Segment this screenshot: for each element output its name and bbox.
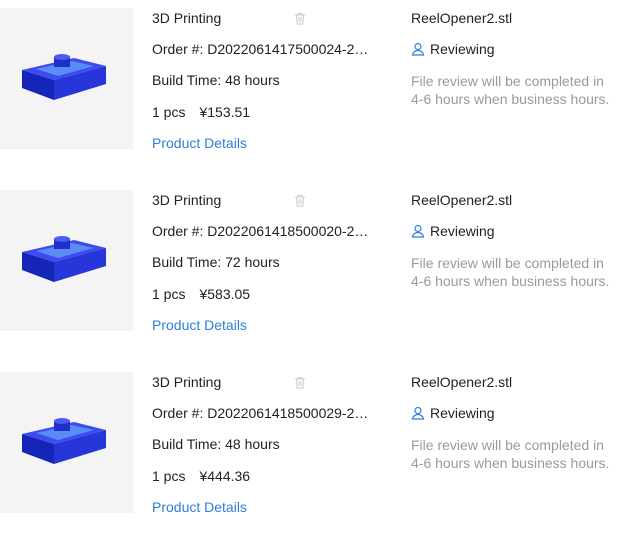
user-icon <box>411 42 425 56</box>
order-number: Order #: D2022061417500024-2… <box>152 41 369 57</box>
service-label: 3D Printing <box>152 374 222 390</box>
model-thumbnail[interactable] <box>0 372 133 513</box>
quantity-price: 1 pcs ¥153.51 <box>152 104 250 120</box>
quantity: 1 pcs <box>152 468 186 484</box>
product-details-link[interactable]: Product Details <box>152 135 247 151</box>
model-thumbnail[interactable] <box>0 190 133 331</box>
status-badge: Reviewing <box>411 41 495 57</box>
order-card-2: 3D Printing Order #: D2022061418500020-2… <box>0 190 640 360</box>
trash-icon[interactable] <box>294 376 306 394</box>
price: ¥153.51 <box>199 104 251 120</box>
build-time: Build Time: 72 hours <box>152 254 280 270</box>
build-time: Build Time: 48 hours <box>152 436 280 452</box>
model-preview-icon <box>22 236 106 282</box>
status-text: Reviewing <box>430 41 495 57</box>
product-details-link[interactable]: Product Details <box>152 317 247 333</box>
service-label: 3D Printing <box>152 192 222 208</box>
status-badge: Reviewing <box>411 223 495 239</box>
trash-icon[interactable] <box>294 12 306 30</box>
order-card-3: 3D Printing Order #: D2022061418500029-2… <box>0 372 640 542</box>
trash-icon[interactable] <box>294 194 306 212</box>
status-badge: Reviewing <box>411 405 495 421</box>
review-note: File review will be completed in 4-6 hou… <box>411 73 610 107</box>
order-number: Order #: D2022061418500029-2… <box>152 405 369 421</box>
status-text: Reviewing <box>430 223 495 239</box>
quantity-price: 1 pcs ¥583.05 <box>152 286 250 302</box>
build-time: Build Time: 48 hours <box>152 72 280 88</box>
quantity-price: 1 pcs ¥444.36 <box>152 468 250 484</box>
status-text: Reviewing <box>430 405 495 421</box>
price: ¥444.36 <box>199 468 251 484</box>
file-name: ReelOpener2.stl <box>411 374 513 390</box>
file-name: ReelOpener2.stl <box>411 10 513 26</box>
model-thumbnail[interactable] <box>0 8 133 149</box>
user-icon <box>411 406 425 420</box>
quantity: 1 pcs <box>152 104 186 120</box>
user-icon <box>411 224 425 238</box>
model-preview-icon <box>22 54 106 100</box>
model-preview-icon <box>22 418 106 464</box>
file-name: ReelOpener2.stl <box>411 192 513 208</box>
product-details-link[interactable]: Product Details <box>152 499 247 515</box>
price: ¥583.05 <box>199 286 251 302</box>
review-note: File review will be completed in 4-6 hou… <box>411 255 610 289</box>
order-number: Order #: D2022061418500020-2… <box>152 223 369 239</box>
review-note: File review will be completed in 4-6 hou… <box>411 437 610 471</box>
quantity: 1 pcs <box>152 286 186 302</box>
service-label: 3D Printing <box>152 10 222 26</box>
order-card-1: 3D Printing Order #: D2022061417500024-2… <box>0 8 640 178</box>
